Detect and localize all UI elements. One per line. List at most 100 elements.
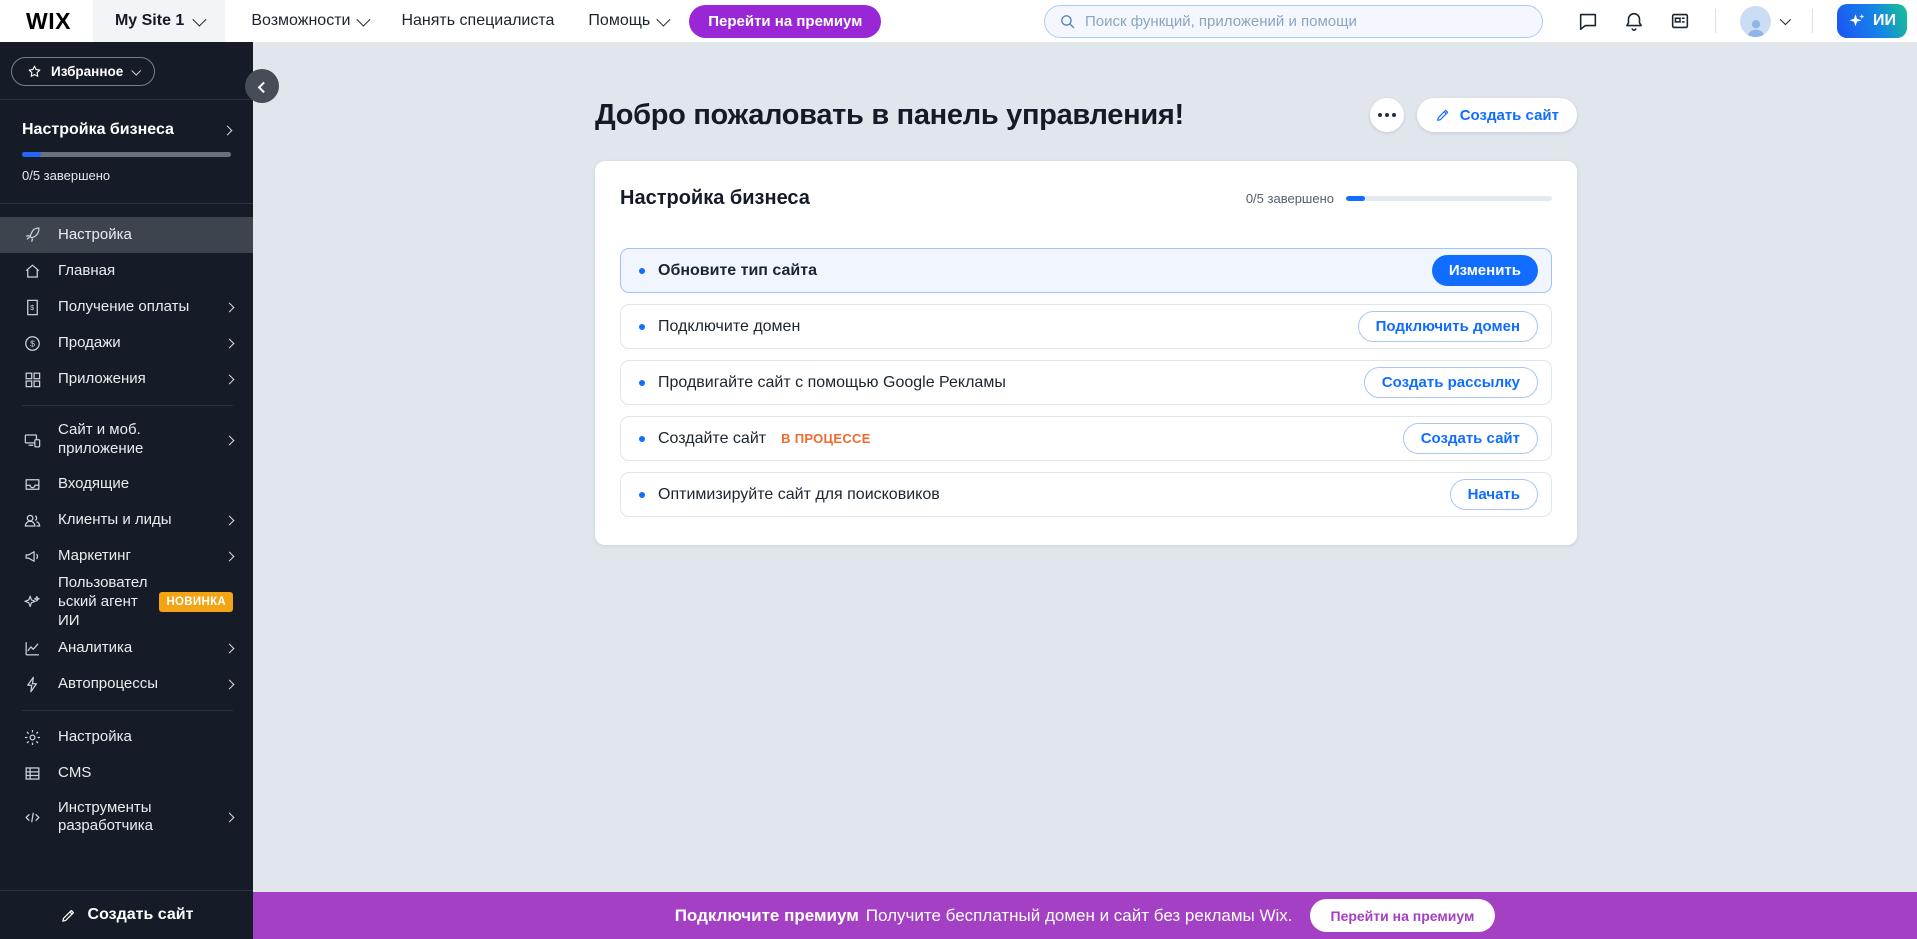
premium-banner: Подключите премиум Получите бесплатный д… bbox=[253, 892, 1917, 939]
banner-text: Получите бесплатный домен и сайт без рек… bbox=[866, 906, 1293, 926]
sidebar-item-contacts-leads[interactable]: Клиенты и лиды bbox=[0, 502, 253, 538]
notifications-bell-icon[interactable] bbox=[1623, 10, 1645, 32]
sidebar-item-inbox[interactable]: Входящие bbox=[0, 466, 253, 502]
search-box[interactable] bbox=[1044, 5, 1543, 38]
sidebar-item-home[interactable]: Главная bbox=[0, 253, 253, 289]
home-icon bbox=[22, 261, 42, 281]
devices-icon bbox=[22, 430, 42, 450]
chevron-right-icon bbox=[225, 374, 235, 384]
chevron-right-icon bbox=[225, 812, 235, 822]
invoice-icon: $ bbox=[22, 297, 42, 317]
site-switcher[interactable]: My Site 1 bbox=[93, 0, 225, 42]
banner-premium-button[interactable]: Перейти на премиум bbox=[1310, 899, 1496, 932]
divider bbox=[22, 405, 233, 406]
nav-features[interactable]: Возможности bbox=[251, 12, 367, 30]
setup-status: 0/5 завершено bbox=[22, 168, 231, 183]
task-row[interactable]: Подключите домен Подключить домен bbox=[620, 304, 1552, 349]
task-action-button[interactable]: Подключить домен bbox=[1358, 311, 1538, 342]
sparkle-icon bbox=[22, 592, 42, 612]
lightning-icon bbox=[22, 674, 42, 694]
table-icon bbox=[22, 763, 42, 783]
sidebar-item-get-paid[interactable]: $ Получение оплаты bbox=[0, 289, 253, 325]
pencil-icon bbox=[1435, 107, 1451, 123]
site-name: My Site 1 bbox=[115, 12, 184, 30]
favorites-dropdown[interactable]: Избранное bbox=[11, 57, 155, 86]
chevron-right-icon bbox=[225, 338, 235, 348]
page-title: Добро пожаловать в панель управления! bbox=[595, 99, 1184, 132]
sidebar-item-site-and-app[interactable]: Сайт и моб. приложение bbox=[0, 414, 253, 466]
bullet-dot bbox=[639, 268, 645, 274]
new-badge: НОВИНКА bbox=[159, 592, 233, 612]
task-action-button[interactable]: Изменить bbox=[1432, 255, 1538, 286]
task-action-button[interactable]: Создать рассылку bbox=[1364, 367, 1538, 398]
chevron-right-icon bbox=[225, 679, 235, 689]
apps-grid-icon bbox=[22, 369, 42, 389]
sidebar-item-apps[interactable]: Приложения bbox=[0, 361, 253, 397]
favorites-row: Избранное bbox=[0, 42, 253, 99]
progress-label: 0/5 завершено bbox=[1246, 191, 1334, 206]
task-row[interactable]: Обновите тип сайта Изменить bbox=[620, 248, 1552, 293]
setup-title: Настройка бизнеса bbox=[22, 121, 174, 139]
svg-text:$: $ bbox=[30, 303, 34, 311]
bullet-dot bbox=[639, 492, 645, 498]
task-row[interactable]: Оптимизируйте сайт для поисковиков Начат… bbox=[620, 472, 1552, 517]
sidebar-create-site[interactable]: Создать сайт bbox=[0, 890, 253, 939]
divider bbox=[1812, 9, 1813, 33]
bullet-dot bbox=[639, 324, 645, 330]
chevron-down-icon bbox=[193, 13, 207, 27]
in-progress-status: В ПРОЦЕССЕ bbox=[781, 431, 871, 446]
sidebar-item-setup[interactable]: Настройка bbox=[0, 217, 253, 253]
bullet-dot bbox=[639, 436, 645, 442]
nav-hire-professional[interactable]: Нанять специалиста bbox=[401, 12, 554, 30]
sidebar-item-ai-agent[interactable]: Пользовательский агент ИИ НОВИНКА bbox=[0, 574, 253, 630]
banner-bold-text: Подключите премиум bbox=[675, 906, 859, 926]
chart-icon bbox=[22, 638, 42, 658]
sidebar-item-analytics[interactable]: Аналитика bbox=[0, 630, 253, 666]
chat-icon[interactable] bbox=[1577, 10, 1599, 32]
topbar-icons: ИИ bbox=[1577, 4, 1907, 38]
topbar-right: ИИ bbox=[1044, 4, 1917, 38]
chevron-down-icon bbox=[131, 66, 141, 76]
task-action-button[interactable]: Создать сайт bbox=[1403, 423, 1538, 454]
search-input[interactable] bbox=[1085, 13, 1528, 30]
card-title: Настройка бизнеса bbox=[620, 187, 810, 210]
megaphone-icon bbox=[22, 546, 42, 566]
people-icon bbox=[22, 510, 42, 530]
chevron-right-icon bbox=[225, 551, 235, 561]
chevron-right-icon bbox=[225, 643, 235, 653]
task-action-button[interactable]: Начать bbox=[1450, 479, 1538, 510]
sidebar: Избранное Настройка бизнеса 0/5 завершен… bbox=[0, 42, 253, 939]
ai-assistant-button[interactable]: ИИ bbox=[1837, 4, 1907, 38]
updates-news-icon[interactable] bbox=[1669, 10, 1691, 32]
sidebar-item-settings[interactable]: Настройка bbox=[0, 719, 253, 755]
divider bbox=[22, 710, 233, 711]
create-site-button[interactable]: Создать сайт bbox=[1417, 98, 1577, 132]
dollar-circle-icon: $ bbox=[22, 333, 42, 353]
chevron-right-icon bbox=[223, 125, 233, 135]
star-icon bbox=[27, 64, 42, 79]
inbox-icon bbox=[22, 474, 42, 494]
upgrade-premium-button[interactable]: Перейти на премиум bbox=[689, 5, 881, 38]
sidebar-item-sales[interactable]: $ Продажи bbox=[0, 325, 253, 361]
task-row[interactable]: Продвигайте сайт с помощью Google Реклам… bbox=[620, 360, 1552, 405]
task-list: Обновите тип сайта Изменить Подключите д… bbox=[620, 248, 1552, 517]
task-row[interactable]: Создайте сайт В ПРОЦЕССЕ Создать сайт bbox=[620, 416, 1552, 461]
sidebar-item-cms[interactable]: CMS bbox=[0, 755, 253, 791]
business-setup-card: Настройка бизнеса 0/5 завершено Обновите… bbox=[595, 161, 1577, 545]
setup-progress-bar bbox=[22, 152, 231, 157]
more-actions-button[interactable] bbox=[1370, 98, 1404, 132]
sidebar-item-marketing[interactable]: Маркетинг bbox=[0, 538, 253, 574]
divider bbox=[1715, 9, 1716, 33]
sidebar-collapse-button[interactable] bbox=[245, 69, 279, 103]
bullet-dot bbox=[639, 380, 645, 386]
sidebar-item-dev-tools[interactable]: Инструменты разработчика bbox=[0, 791, 253, 843]
top-nav: Возможности Нанять специалиста Помощь bbox=[251, 12, 667, 30]
wix-logo: WIX bbox=[0, 8, 93, 35]
nav-help[interactable]: Помощь bbox=[588, 12, 667, 30]
sidebar-item-automations[interactable]: Автопроцессы bbox=[0, 666, 253, 702]
chevron-down-icon bbox=[357, 13, 371, 27]
account-menu[interactable] bbox=[1740, 6, 1788, 37]
rocket-icon bbox=[22, 225, 42, 245]
svg-text:$: $ bbox=[30, 338, 35, 348]
business-setup-summary[interactable]: Настройка бизнеса 0/5 завершено bbox=[0, 100, 253, 203]
